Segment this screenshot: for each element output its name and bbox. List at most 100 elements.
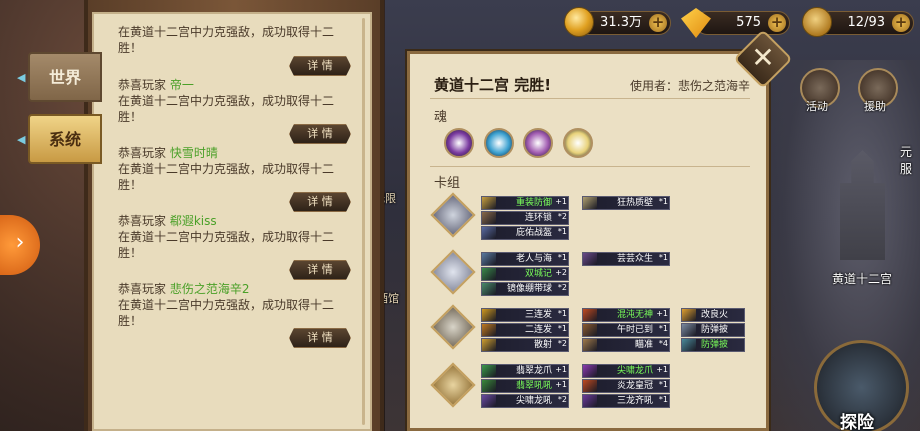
deck-card[interactable]: 庇佑战盔 *1 <box>481 226 569 240</box>
card-thumbnail-icon <box>583 253 597 265</box>
card-name: 二连发 <box>524 325 552 335</box>
deck-card[interactable]: 镜像绷带球 *2 <box>481 282 569 296</box>
diamond-value: 575 <box>736 15 761 30</box>
detail-button[interactable]: 详 情 <box>289 328 351 348</box>
deck-card[interactable]: 重装防御 +1 <box>481 196 569 210</box>
card-thumbnail-icon <box>482 309 496 321</box>
explore-label: 探险 <box>840 413 874 431</box>
deck-section-label: 卡组 <box>434 176 461 191</box>
message-prefix: 恭喜玩家 <box>118 214 167 228</box>
add-diamond-button[interactable]: + <box>768 14 786 32</box>
deck-card[interactable]: 三龙齐吼 *1 <box>582 394 670 408</box>
card-name: 芸芸众生 <box>616 254 653 264</box>
blue-orb-soul-icon[interactable] <box>484 128 514 158</box>
card-name: 连环锁 <box>524 213 552 223</box>
deck-card[interactable]: 瞄准 *4 <box>582 338 670 352</box>
deck-card[interactable]: 散射 *2 <box>481 338 569 352</box>
add-stamina-button[interactable]: + <box>892 14 910 32</box>
zodiac-map-label[interactable]: 黄道十二宫 <box>832 270 892 287</box>
deck-card[interactable]: 炎龙皇冠 *1 <box>582 379 670 393</box>
deck-card[interactable]: 二连发 *1 <box>481 323 569 337</box>
deck-card[interactable]: 改良火 <box>681 308 745 322</box>
card-thumbnail-icon <box>583 309 597 321</box>
deck-card[interactable]: 尖啸龙吼 *2 <box>481 394 569 408</box>
card-level: +1 <box>555 365 567 374</box>
diamond-counter: 575 + <box>695 11 790 35</box>
player-name[interactable]: 帝一 <box>170 78 194 92</box>
purple-figure-soul-icon[interactable] <box>523 128 553 158</box>
tab-world[interactable]: 世界 <box>28 52 102 102</box>
card-thumbnail-icon <box>583 365 597 377</box>
card-level: +2 <box>555 268 567 277</box>
deck-card[interactable]: 尖啸龙爪 +1 <box>582 364 670 378</box>
card-name: 散射 <box>533 340 552 350</box>
purple-wing-soul-icon[interactable] <box>444 128 474 158</box>
card-thumbnail-icon <box>482 395 496 407</box>
detail-button[interactable]: 详 情 <box>289 192 351 212</box>
card-level: *2 <box>557 395 567 404</box>
deck-card[interactable]: 午时已到 *1 <box>582 323 670 337</box>
card-name: 午时已到 <box>616 325 653 335</box>
deck-card[interactable]: 老人与海 *1 <box>481 252 569 266</box>
card-level: *1 <box>557 309 567 318</box>
chat-message: 在黄道十二宫中力克强敌，成功取得十二胜！ <box>118 24 354 56</box>
card-name: 防弹披 <box>700 340 728 350</box>
close-icon: ✕ <box>751 41 775 74</box>
card-level: *1 <box>658 253 668 262</box>
detail-button[interactable]: 详 情 <box>289 260 351 280</box>
title-divider <box>430 98 750 99</box>
stamina-icon <box>802 7 832 37</box>
deck-card[interactable]: 连环锁 *2 <box>481 211 569 225</box>
card-name: 防弹披 <box>700 325 728 335</box>
card-thumbnail-icon <box>583 197 597 209</box>
detail-button[interactable]: 详 情 <box>289 124 351 144</box>
tab-system[interactable]: 系统 <box>28 114 102 164</box>
message-text: 在黄道十二宫中力克强敌，成功取得十二胜！ <box>118 162 335 192</box>
chat-message: 恭喜玩家 帝一 在黄道十二宫中力克强敌，成功取得十二胜！ <box>118 77 354 125</box>
stamina-value: 12/93 <box>847 15 885 30</box>
card-thumbnail-icon <box>482 212 496 224</box>
dialog-user: 使用者：悲伤之范海辛 <box>630 77 750 94</box>
deck-card[interactable]: 翡翠龙爪 +1 <box>481 364 569 378</box>
activity-label: 活动 <box>806 100 828 113</box>
player-name[interactable]: 快雪时晴 <box>170 146 218 160</box>
deck-card[interactable]: 芸芸众生 *1 <box>582 252 670 266</box>
add-gold-button[interactable]: + <box>649 14 667 32</box>
card-thumbnail-icon <box>482 339 496 351</box>
gold-value: 31.3万 <box>600 15 642 30</box>
card-level: *2 <box>557 212 567 221</box>
golden-cross-soul-icon[interactable] <box>563 128 593 158</box>
chat-message: 恭喜玩家 快雪时晴 在黄道十二宫中力克强敌，成功取得十二胜！ <box>118 145 354 193</box>
card-name: 三连发 <box>524 310 552 320</box>
deck-card[interactable]: 双城记 +2 <box>481 267 569 281</box>
card-name: 翡翠吼吼 <box>515 381 552 391</box>
card-level: *2 <box>557 339 567 348</box>
deck-card[interactable]: 防弹披 <box>681 323 745 337</box>
chat-message-list[interactable]: 在黄道十二宫中力克强敌，成功取得十二胜！ 详 情 恭喜玩家 帝一 在黄道十二宫中… <box>92 12 372 431</box>
card-thumbnail-icon <box>482 268 496 280</box>
deck-card[interactable]: 翡翠吼吼 +1 <box>481 379 569 393</box>
message-text: 在黄道十二宫中力克强敌，成功取得十二胜！ <box>118 230 335 260</box>
card-thumbnail-icon <box>482 365 496 377</box>
soul-section-label: 魂 <box>434 110 448 125</box>
chat-message: 恭喜玩家 悲伤之范海辛2 在黄道十二宫中力克强敌，成功取得十二胜！ <box>118 281 354 329</box>
message-text: 在黄道十二宫中力克强敌，成功取得十二胜！ <box>118 298 335 328</box>
dialog-title: 黄道十二宫 完胜! <box>434 76 552 94</box>
deck-card[interactable]: 三连发 *1 <box>481 308 569 322</box>
deck-card[interactable]: 混沌无神 +1 <box>582 308 670 322</box>
chat-message: 恭喜玩家 郗遐kiss 在黄道十二宫中力克强敌，成功取得十二胜！ <box>118 213 354 261</box>
detail-button[interactable]: 详 情 <box>289 56 351 76</box>
card-level: *4 <box>658 339 668 348</box>
player-name[interactable]: 郗遐kiss <box>170 214 217 228</box>
card-level: *1 <box>557 324 567 333</box>
card-level: *1 <box>557 227 567 236</box>
card-level: *1 <box>658 197 668 206</box>
player-name[interactable]: 悲伤之范海辛2 <box>170 282 250 296</box>
card-thumbnail-icon <box>583 395 597 407</box>
user-prefix: 使用者： <box>630 79 679 93</box>
deck-card[interactable]: 防弹披 <box>681 338 745 352</box>
deck-card[interactable]: 狂热质壁 *1 <box>582 196 670 210</box>
card-level: *2 <box>557 283 567 292</box>
card-level: +1 <box>555 197 567 206</box>
card-thumbnail-icon <box>583 380 597 392</box>
